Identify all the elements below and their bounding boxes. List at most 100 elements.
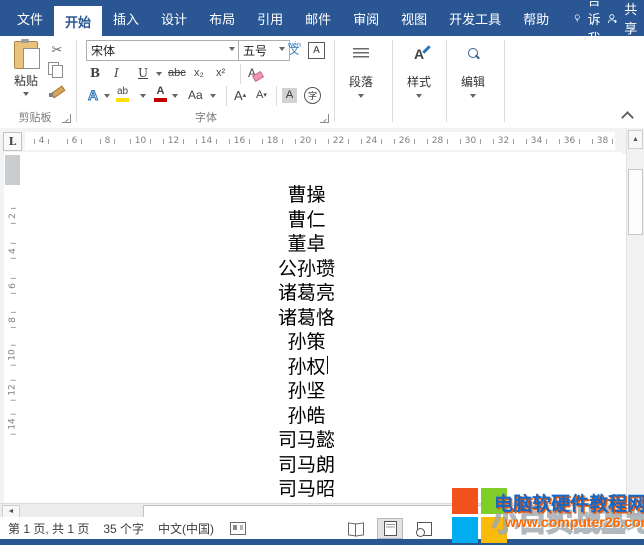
font-color-icon: A bbox=[154, 86, 167, 102]
ribbon-tab[interactable]: 审阅 bbox=[342, 0, 390, 36]
ruler-bar: L 4 6 8 10 12 14 16 18 20 22 bbox=[0, 128, 627, 154]
document-line[interactable]: 诸葛亮 bbox=[10, 281, 603, 306]
web-layout-button[interactable] bbox=[412, 519, 436, 538]
font-size-combo[interactable]: 五号 bbox=[238, 40, 290, 61]
small-divider bbox=[226, 86, 227, 106]
font-name-arrow[interactable] bbox=[229, 47, 235, 54]
editing-arrow[interactable] bbox=[470, 94, 476, 101]
read-mode-button[interactable] bbox=[344, 519, 368, 538]
ribbon-tab[interactable]: 文件 bbox=[6, 0, 54, 36]
ruler-mark: 12 bbox=[157, 136, 190, 146]
character-shading-button[interactable]: A bbox=[282, 86, 297, 104]
italic-button[interactable]: I bbox=[114, 64, 119, 82]
vertical-scroll-thumb[interactable] bbox=[628, 169, 643, 235]
document-line[interactable]: 司马懿 bbox=[10, 428, 603, 453]
bold-button[interactable]: B bbox=[90, 64, 100, 82]
document-line[interactable]: 孙权 bbox=[10, 355, 603, 380]
scroll-up-button[interactable]: ▲ bbox=[628, 130, 643, 149]
font-dialog-launcher[interactable] bbox=[320, 114, 329, 123]
horizontal-scrollbar[interactable]: ◄ bbox=[0, 503, 627, 518]
paste-button[interactable]: 粘贴 bbox=[7, 41, 45, 105]
editing-group-button[interactable]: 编辑 bbox=[450, 36, 496, 128]
paragraph-icon bbox=[353, 48, 369, 60]
highlight-icon: ab bbox=[116, 87, 129, 102]
group-divider bbox=[392, 40, 393, 122]
pinyin-guide-button[interactable]: wén 文 bbox=[288, 40, 301, 58]
page-number-status[interactable]: 第 1 页, 共 1 页 bbox=[8, 520, 89, 537]
ribbon-tab[interactable]: 视图 bbox=[390, 0, 438, 36]
subscript-button[interactable]: x₂ bbox=[194, 64, 204, 82]
paragraph-arrow[interactable] bbox=[358, 94, 364, 101]
language-status[interactable]: 中文(中国) bbox=[158, 520, 214, 537]
group-divider bbox=[76, 40, 77, 122]
document-line[interactable]: 董卓 bbox=[10, 232, 603, 257]
paste-clipboard-icon bbox=[14, 41, 38, 69]
document-page[interactable]: 曹操 曹仁 董卓 公孙瓒 诸葛亮 诸葛恪 孙策 孙权 孙坚 孙皓 司马懿 bbox=[21, 152, 622, 503]
font-color-arrow[interactable] bbox=[172, 94, 178, 101]
highlight-arrow[interactable] bbox=[140, 94, 146, 101]
enclose-characters-button[interactable]: 字 bbox=[304, 86, 321, 104]
print-layout-button[interactable] bbox=[377, 518, 403, 539]
clipboard-dialog-launcher[interactable] bbox=[62, 114, 71, 123]
document-line[interactable]: 孙皓 bbox=[10, 404, 603, 429]
ribbon-tab[interactable]: 开始 bbox=[54, 6, 102, 36]
cut-button[interactable]: ✂ bbox=[48, 42, 66, 58]
font-name-combo[interactable]: 宋体 bbox=[86, 40, 240, 61]
tab-stop-selector[interactable]: L bbox=[3, 132, 22, 151]
document-line[interactable]: 孙坚 bbox=[10, 379, 603, 404]
macro-record-icon[interactable] bbox=[230, 522, 246, 535]
document-line[interactable]: 司马昭 bbox=[10, 477, 603, 502]
superscript-button[interactable]: x² bbox=[216, 64, 225, 82]
clear-formatting-button[interactable]: A bbox=[248, 64, 256, 82]
character-border-button[interactable]: A bbox=[308, 41, 325, 59]
strikethrough-button[interactable]: abc bbox=[168, 64, 186, 82]
ribbon-tab[interactable]: 设计 bbox=[150, 0, 198, 36]
person-add-icon bbox=[607, 11, 618, 26]
ruler-mark: 8 bbox=[91, 136, 124, 146]
styles-group-label: 样式 bbox=[407, 73, 431, 90]
styles-group-button[interactable]: A 样式 bbox=[396, 36, 442, 128]
ribbon-tab[interactable]: 邮件 bbox=[294, 0, 342, 36]
shrink-font-button[interactable]: A▾ bbox=[256, 86, 267, 104]
font-color-button[interactable]: A bbox=[154, 85, 167, 103]
share-button[interactable]: 共享 bbox=[607, 0, 642, 36]
change-case-button[interactable]: Aa bbox=[188, 86, 203, 104]
word-window: 文件 开始 插入 设计 布局 引用 邮件 审阅 视图 开发工具 帮助 bbox=[0, 0, 644, 545]
ribbon-tab[interactable]: 布局 bbox=[198, 0, 246, 36]
styles-arrow[interactable] bbox=[416, 94, 422, 101]
scroll-down-button[interactable]: ▼ bbox=[628, 496, 643, 515]
text-effects-arrow[interactable] bbox=[104, 94, 110, 101]
document-line[interactable]: 曹仁 bbox=[10, 208, 603, 233]
document-text[interactable]: 曹操 曹仁 董卓 公孙瓒 诸葛亮 诸葛恪 孙策 孙权 孙坚 孙皓 司马懿 bbox=[10, 183, 603, 526]
ribbon-tab[interactable]: 开发工具 bbox=[438, 0, 512, 36]
document-line[interactable]: 公孙瓒 bbox=[10, 257, 603, 282]
format-painter-button[interactable] bbox=[48, 84, 66, 100]
collapse-ribbon-button[interactable] bbox=[621, 111, 634, 124]
font-name-value: 宋体 bbox=[91, 42, 115, 59]
highlight-button[interactable]: ab bbox=[116, 85, 129, 103]
paste-dropdown-arrow[interactable] bbox=[23, 92, 29, 99]
ribbon-tab[interactable]: 帮助 bbox=[512, 0, 560, 36]
styles-icon: A bbox=[414, 46, 424, 62]
underline-button[interactable]: U bbox=[138, 64, 148, 82]
ribbon-tab[interactable]: 引用 bbox=[246, 0, 294, 36]
tell-me-button[interactable]: 告诉我 bbox=[574, 0, 607, 36]
paragraph-group-button[interactable]: 段落 bbox=[338, 36, 384, 128]
ruler-mark: 36 bbox=[553, 136, 586, 146]
clipboard-group-label: 剪贴板 bbox=[0, 109, 70, 125]
document-line[interactable]: 孙策 bbox=[10, 330, 603, 355]
underline-arrow[interactable] bbox=[156, 72, 162, 79]
ruler-mark: 30 bbox=[454, 136, 487, 146]
document-line[interactable]: 司马朗 bbox=[10, 453, 603, 478]
vertical-scrollbar[interactable]: ▲ ▼ bbox=[626, 128, 644, 517]
ribbon-tab[interactable]: 插入 bbox=[102, 0, 150, 36]
document-line[interactable]: 曹操 bbox=[10, 183, 603, 208]
word-count-status[interactable]: 35 个字 bbox=[103, 520, 144, 537]
grow-font-button[interactable]: A▴ bbox=[234, 86, 246, 104]
text-effects-button[interactable]: A bbox=[88, 86, 98, 104]
font-size-arrow[interactable] bbox=[279, 47, 285, 54]
ruler-mark: 4 bbox=[25, 136, 58, 146]
change-case-arrow[interactable] bbox=[210, 94, 216, 101]
copy-button[interactable] bbox=[48, 62, 66, 78]
document-line[interactable]: 诸葛恪 bbox=[10, 306, 603, 331]
